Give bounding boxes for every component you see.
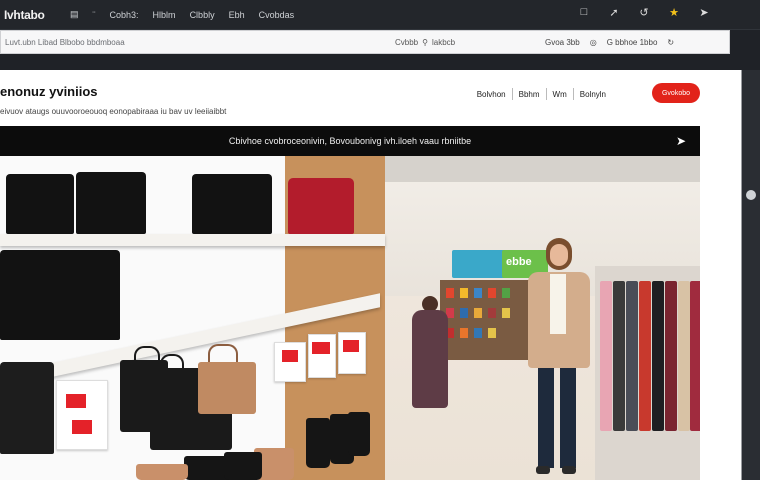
address-item-0[interactable]: Gvoa 3bb xyxy=(545,38,580,47)
search-value[interactable]: lakbcb xyxy=(432,38,455,47)
site-nav: Bolvhon Bbhm Wm Bolnyln xyxy=(477,88,606,100)
price-label xyxy=(282,350,298,362)
refresh-icon[interactable]: ↺ xyxy=(636,4,652,20)
banner-text: Cbivhoe cvobroceonivin, Bovoubonivg ivh.… xyxy=(228,136,472,146)
woman-figure xyxy=(512,238,608,480)
shelf-board xyxy=(0,234,385,246)
price-card xyxy=(308,334,336,378)
address-text[interactable]: Luvt.ubn Libad Blbobo bbdmboaa xyxy=(5,38,395,47)
aisle-product xyxy=(488,308,496,318)
boot xyxy=(348,412,370,456)
bookmark-icon[interactable]: □ xyxy=(576,4,592,20)
price-card xyxy=(338,332,366,374)
nav-link-1[interactable]: Bbhm xyxy=(519,90,540,99)
search-icon: ⚲ xyxy=(422,37,428,47)
aisle-product xyxy=(474,288,482,298)
top-icons: □ ➚ ↺ ★ ➤ xyxy=(576,4,712,20)
price-label xyxy=(66,394,86,408)
address-right: Gvoa 3bb ◎ G bbhoe 1bbo ↻ xyxy=(545,38,674,47)
nav-divider xyxy=(545,88,547,100)
aisle-product xyxy=(460,328,468,338)
top-nav: ▤ ¨ Cobh3: Hlblm Clbbly Ebh Cvobdas xyxy=(70,9,294,20)
garment xyxy=(690,281,700,431)
red-garment xyxy=(288,178,354,234)
menu-item-2[interactable]: Cobh3: xyxy=(110,10,139,20)
nav-divider xyxy=(572,88,574,100)
nav-divider xyxy=(511,88,513,100)
garment xyxy=(678,281,690,431)
menu-item-6[interactable]: Cvobdas xyxy=(259,10,295,20)
coat xyxy=(0,250,120,340)
coat xyxy=(76,172,146,234)
price-label xyxy=(343,340,359,352)
aisle-product xyxy=(502,288,510,298)
aisle-product xyxy=(460,288,468,298)
page-subtitle: eivuov ataugs ouuvooroeouoq eonopabiraaa… xyxy=(0,107,227,116)
search-field[interactable]: Cvbbb ⚲ lakbcb xyxy=(395,38,545,47)
nav-link-3[interactable]: Bolnyln xyxy=(580,90,606,99)
web-page: enonuz yviniios eivuov ataugs ouuvooroeo… xyxy=(0,70,742,480)
menu-item-1[interactable]: ¨ xyxy=(93,10,96,20)
send-icon[interactable]: ➤ xyxy=(696,4,712,20)
refresh-icon[interactable]: ↻ xyxy=(667,38,674,47)
boot xyxy=(136,464,188,480)
price-card xyxy=(56,380,108,450)
store-photo: ebbe xyxy=(0,156,700,480)
dark-cabinet xyxy=(0,362,54,454)
share-icon[interactable]: ➤ xyxy=(676,134,686,148)
scrollbar[interactable] xyxy=(742,70,760,480)
promo-banner: Cbivhoe cvobroceonivin, Bovoubonivg ivh.… xyxy=(0,126,700,156)
garment xyxy=(613,281,625,431)
aisle-product xyxy=(488,288,496,298)
coat xyxy=(192,174,272,234)
nav-link-2[interactable]: Wm xyxy=(553,90,567,99)
aisle-product xyxy=(488,328,496,338)
aisle-product xyxy=(460,308,468,318)
garment xyxy=(626,281,638,431)
price-label xyxy=(72,420,92,434)
target-icon[interactable]: ◎ xyxy=(590,38,597,47)
shopper-figure xyxy=(410,296,450,408)
scrollbar-thumb[interactable] xyxy=(746,190,756,200)
boot xyxy=(306,418,330,468)
bag-handle xyxy=(208,344,238,364)
price-card xyxy=(274,342,306,382)
browser-topbar: Ivhtabo ▤ ¨ Cobh3: Hlblm Clbbly Ebh Cvob… xyxy=(0,0,760,30)
menu-item-0[interactable]: ▤ xyxy=(70,9,79,20)
page-title: enonuz yviniios xyxy=(0,84,98,99)
handbag xyxy=(198,362,256,414)
garment xyxy=(639,281,651,431)
star-icon[interactable]: ★ xyxy=(666,4,682,20)
app-logo[interactable]: Ivhtabo xyxy=(4,8,70,22)
address-item-1[interactable]: G bbhoe 1bbo xyxy=(607,38,658,47)
boot xyxy=(224,452,262,480)
garment xyxy=(652,281,664,431)
menu-item-4[interactable]: Clbbly xyxy=(190,10,215,20)
coat xyxy=(6,174,74,234)
search-label: Cvbbb xyxy=(395,37,419,47)
address-bar[interactable]: Luvt.ubn Libad Blbobo bbdmboaa Cvbbb ⚲ l… xyxy=(0,30,730,54)
nav-link-0[interactable]: Bolvhon xyxy=(477,90,506,99)
cta-button[interactable]: Gvokobo xyxy=(652,83,700,103)
aisle-product xyxy=(502,308,510,318)
store-ceiling xyxy=(350,156,700,182)
bolt-icon[interactable]: ➚ xyxy=(606,4,622,20)
menu-item-5[interactable]: Ebh xyxy=(229,10,245,20)
menu-item-3[interactable]: Hlblm xyxy=(153,10,176,20)
price-label xyxy=(312,342,330,354)
aisle-product xyxy=(474,308,482,318)
aisle-product xyxy=(474,328,482,338)
garment xyxy=(665,281,677,431)
